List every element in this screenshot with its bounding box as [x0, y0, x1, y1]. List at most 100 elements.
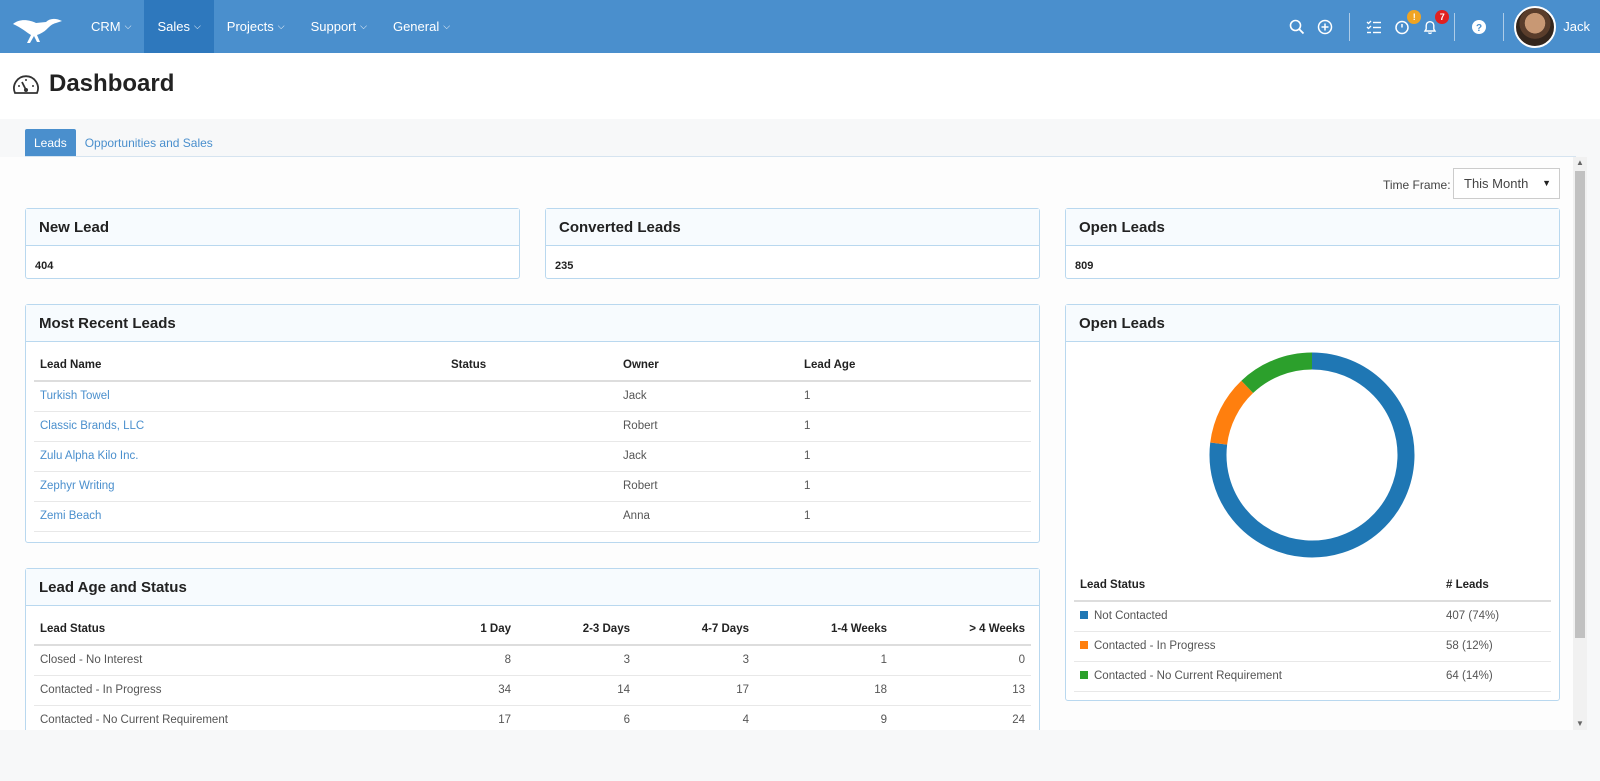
bell-icon[interactable]: 7: [1417, 9, 1450, 40]
table-cell: 3: [517, 645, 636, 676]
avatar[interactable]: [1514, 5, 1557, 48]
table-cell: 6: [517, 705, 636, 730]
table-cell: 1: [798, 441, 1031, 472]
open-leads-chart-panel: Open Leads Lead Status # Leads Not Conta…: [1065, 304, 1560, 701]
table-cell: [445, 381, 617, 412]
column-header[interactable]: # Leads: [1440, 570, 1551, 602]
scroll-down-icon[interactable]: ▼: [1573, 718, 1587, 730]
nav-general[interactable]: General ⌵: [380, 0, 463, 53]
nav-sales[interactable]: Sales ⌵: [144, 0, 214, 53]
table-cell: 1: [798, 381, 1031, 412]
table-cell: 1: [755, 645, 893, 676]
stat-value: 809: [1075, 260, 1094, 272]
lead-link[interactable]: Zemi Beach: [40, 510, 101, 522]
column-header[interactable]: 4-7 Days: [636, 614, 755, 646]
chevron-down-icon: ⌵: [443, 21, 451, 31]
task-list-icon[interactable]: [1361, 14, 1387, 40]
column-header[interactable]: 1 Day: [413, 614, 517, 646]
table-cell: Robert: [617, 411, 798, 442]
legend-label: Contacted - No Current Requirement: [1094, 670, 1282, 682]
page-header: Dashboard: [0, 53, 1600, 119]
table-cell: 1: [798, 501, 1031, 532]
lead-link[interactable]: Zulu Alpha Kilo Inc.: [40, 450, 138, 462]
column-header[interactable]: 1-4 Weeks: [755, 614, 893, 646]
open-leads-donut-chart: [1209, 352, 1415, 558]
divider: [1349, 12, 1351, 41]
lead-age-status-panel: Lead Age and Status Lead Status 1 Day 2-…: [25, 568, 1040, 730]
open-leads-legend-table: Lead Status # Leads Not Contacted 407 (74…: [1074, 570, 1551, 692]
panel-title: Converted Leads: [546, 209, 1039, 246]
column-header[interactable]: Lead Status: [1074, 570, 1440, 602]
timer-icon[interactable]: !: [1389, 9, 1422, 40]
column-header[interactable]: > 4 Weeks: [893, 614, 1031, 646]
logo-icon[interactable]: [10, 10, 66, 44]
table-cell: 34: [413, 675, 517, 706]
nav-general-label: General: [392, 19, 440, 34]
table-row: Contacted - In Progress 58 (12%): [1074, 631, 1551, 662]
table-cell: Jack: [617, 381, 798, 412]
dashboard-content: Time Frame: This Month ▼ New Lead 404 Co…: [0, 157, 1573, 730]
legend-label: Contacted - In Progress: [1094, 640, 1216, 652]
table-cell: Anna: [617, 501, 798, 532]
search-icon[interactable]: [1284, 14, 1310, 40]
nav-crm[interactable]: CRM ⌵: [78, 0, 144, 53]
table-cell: [445, 441, 617, 472]
table-cell: 13: [893, 675, 1031, 706]
nav-support[interactable]: Support ⌵: [298, 0, 380, 53]
table-row: Turkish Towel Jack 1: [34, 381, 1031, 412]
recent-leads-table: Lead Name Status Owner Lead Age Turkish …: [34, 350, 1031, 532]
column-header[interactable]: Lead Age: [798, 350, 1031, 382]
table-row: Classic Brands, LLC Robert 1: [34, 411, 1031, 442]
chevron-down-icon: ⌵: [277, 21, 285, 31]
divider: [1454, 12, 1456, 41]
table-cell: 24: [893, 705, 1031, 730]
stat-panel-new-lead: New Lead 404: [25, 208, 520, 279]
stat-value: 235: [555, 260, 574, 272]
table-row: Zemi Beach Anna 1: [34, 501, 1031, 532]
column-header[interactable]: Lead Name: [34, 350, 445, 382]
table-cell: [445, 501, 617, 532]
lead-link[interactable]: Zephyr Writing: [40, 480, 115, 492]
table-cell: Robert: [617, 471, 798, 502]
table-cell: 1: [798, 471, 1031, 502]
table-row: Zulu Alpha Kilo Inc. Jack 1: [34, 441, 1031, 472]
panel-title: Most Recent Leads: [26, 305, 1039, 342]
scroll-up-icon[interactable]: ▲: [1573, 157, 1587, 169]
chevron-down-icon: ⌵: [124, 21, 132, 31]
tab-opportunities-and-sales[interactable]: Opportunities and Sales: [76, 129, 222, 156]
page-title: Dashboard: [49, 70, 175, 97]
stat-value: 404: [35, 260, 54, 272]
table-header-row: Lead Status # Leads: [1074, 570, 1551, 602]
divider: [1503, 12, 1505, 41]
column-header[interactable]: 2-3 Days: [517, 614, 636, 646]
lead-link[interactable]: Classic Brands, LLC: [40, 420, 144, 432]
top-navbar: CRM ⌵ Sales ⌵ Projects ⌵ Support ⌵ General ⌵ …: [0, 0, 1600, 53]
column-header[interactable]: Status: [445, 350, 617, 382]
column-header[interactable]: Lead Status: [34, 614, 413, 646]
donut-slice-contacted-in-progress[interactable]: [1210, 380, 1254, 445]
help-icon[interactable]: ?: [1466, 14, 1492, 40]
timeframe-value: This Month: [1464, 176, 1529, 191]
lead-link[interactable]: Turkish Towel: [40, 390, 110, 402]
table-cell: 17: [413, 705, 517, 730]
panel-title: New Lead: [26, 209, 519, 246]
timeframe-select[interactable]: This Month ▼: [1453, 168, 1560, 199]
nav-sales-label: Sales: [157, 19, 190, 34]
table-row: Not Contacted 407 (74%): [1074, 601, 1551, 632]
add-circle-icon[interactable]: [1312, 14, 1338, 40]
table-cell: 14: [517, 675, 636, 706]
caret-down-icon: ▼: [1542, 178, 1551, 188]
notification-badge: 7: [1435, 9, 1450, 24]
nav-projects[interactable]: Projects ⌵: [214, 0, 298, 53]
column-header[interactable]: Owner: [617, 350, 798, 382]
svg-text:?: ?: [1476, 23, 1482, 34]
table-header-row: Lead Name Status Owner Lead Age: [34, 350, 1031, 382]
scrollbar-thumb[interactable]: [1575, 171, 1585, 638]
donut-slice-contacted-no-current-requirement[interactable]: [1241, 352, 1313, 394]
panel-title: Open Leads: [1066, 305, 1559, 342]
dashboard-tabs: Leads Opportunities and Sales: [25, 129, 222, 157]
user-name[interactable]: Jack: [1563, 19, 1590, 34]
tab-leads[interactable]: Leads: [25, 129, 76, 156]
table-cell: 1: [798, 411, 1031, 442]
page-scrollbar[interactable]: ▲ ▼: [1573, 157, 1587, 730]
